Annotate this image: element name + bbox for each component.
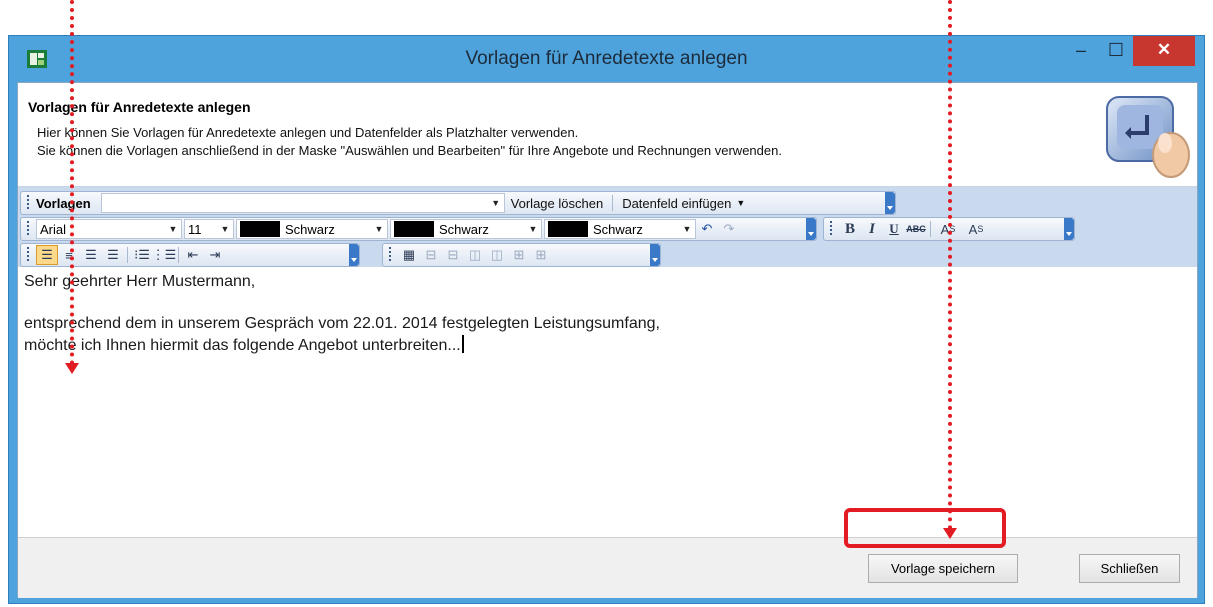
insert-field-button[interactable]: Datenfeld einfügen ▼ [616, 192, 751, 214]
dropdown-arrow-icon[interactable]: ▼ [371, 220, 387, 238]
save-template-button[interactable]: Vorlage speichern [868, 554, 1018, 583]
font-size-value: 11 [188, 221, 202, 237]
editor-line-3: möchte ich Ihnen hiermit das folgende An… [24, 335, 464, 355]
subscript-base: A [968, 221, 978, 237]
title-bar[interactable]: Vorlagen für Anredetexte anlegen – ☐ ✕ [9, 36, 1204, 82]
text-color-select[interactable]: Schwarz ▼ [236, 219, 388, 239]
close-button[interactable]: Schließen [1079, 554, 1180, 583]
toolbar-overflow-button[interactable] [650, 244, 660, 266]
merge-cells-icon[interactable]: ⊞ [508, 245, 530, 265]
header-description-1: Hier können Sie Vorlagen für Anredetexte… [37, 125, 579, 140]
dialog-window: Vorlagen für Anredetexte anlegen – ☐ ✕ V… [8, 35, 1205, 604]
toolbar-grip[interactable] [24, 195, 32, 211]
numbered-list-icon[interactable]: ⋮☰ [152, 245, 177, 265]
toolbar-grip[interactable] [386, 247, 394, 263]
font-value: Arial [40, 221, 67, 237]
editor-line-3-text: möchte ich Ihnen hiermit das folgende An… [24, 337, 461, 354]
underline-icon[interactable]: U [883, 219, 905, 239]
subscript-mark: S [977, 224, 984, 234]
toolbar-overflow-button[interactable] [349, 244, 359, 266]
font-select[interactable]: Arial ▼ [36, 219, 182, 239]
align-right-icon[interactable]: ☰ [80, 245, 102, 265]
italic-icon[interactable]: I [861, 219, 883, 239]
text-caret [461, 335, 464, 353]
decrease-indent-icon[interactable]: ⇤ [182, 245, 204, 265]
format-toolbar: Arial ▼ 11 ▼ Schwarz ▼ Schwarz ▼ Schwarz… [20, 217, 817, 241]
insert-field-label: Datenfeld einfügen [622, 195, 732, 211]
subscript-icon[interactable]: AS [962, 219, 990, 239]
dropdown-arrow-icon[interactable]: ▼ [525, 220, 541, 238]
increase-indent-icon[interactable]: ⇥ [204, 245, 226, 265]
text-color-value: Schwarz [285, 221, 335, 237]
insert-column-right-icon[interactable]: ◫ [486, 245, 508, 265]
toolbar-area: Vorlagen ▼ Vorlage löschen Datenfeld ein… [18, 187, 1197, 267]
insert-row-above-icon[interactable]: ⊟ [420, 245, 442, 265]
annotation-arrow-left [65, 363, 79, 374]
font-size-select[interactable]: 11 ▼ [184, 219, 234, 239]
toolbar-grip[interactable] [24, 247, 32, 263]
window-title: Vorlagen für Anredetexte anlegen [465, 48, 748, 69]
maximize-button[interactable]: ☐ [1094, 36, 1138, 66]
align-center-icon[interactable]: ≡ [58, 245, 80, 265]
text-editor[interactable]: Sehr geehrter Herr Mustermann, entsprech… [18, 267, 1197, 537]
separator [612, 195, 614, 211]
annotation-highlight-box [844, 508, 1006, 548]
annotation-dotted-line-right [948, 0, 952, 530]
header-panel: Vorlagen für Anredetexte anlegen Hier kö… [18, 83, 1197, 187]
color-swatch [548, 221, 588, 237]
insert-column-left-icon[interactable]: ◫ [464, 245, 486, 265]
insert-row-below-icon[interactable]: ⊟ [442, 245, 464, 265]
separator [127, 247, 128, 263]
justify-icon[interactable]: ☰ [102, 245, 124, 265]
toolbar-overflow-button[interactable] [806, 218, 816, 240]
table-toolbar: ▦ ⊟ ⊟ ◫ ◫ ⊞ ⊞ [382, 243, 661, 267]
undo-icon[interactable]: ↶ [696, 219, 718, 239]
dialog-client: Vorlagen für Anredetexte anlegen Hier kö… [17, 82, 1198, 598]
highlight-color-select[interactable]: Schwarz ▼ [390, 219, 542, 239]
chevron-down-icon: ▼ [736, 198, 746, 208]
annotation-dotted-line-left [70, 0, 74, 365]
dropdown-arrow-icon[interactable]: ▼ [165, 220, 181, 238]
dropdown-arrow-icon[interactable]: ▼ [679, 220, 695, 238]
highlight-color-value: Schwarz [439, 221, 489, 237]
redo-icon[interactable]: ↷ [718, 219, 740, 239]
header-title: Vorlagen für Anredetexte anlegen [28, 99, 251, 115]
dropdown-arrow-icon[interactable]: ▼ [488, 194, 504, 212]
insert-table-icon[interactable]: ▦ [398, 245, 420, 265]
keyboard-enter-key-icon [1106, 96, 1190, 178]
color-swatch [240, 221, 280, 237]
strikethrough-icon[interactable]: ABC [905, 219, 927, 239]
toolbar-grip[interactable] [827, 221, 835, 237]
background-color-select[interactable]: Schwarz ▼ [544, 219, 696, 239]
templates-toolbar: Vorlagen ▼ Vorlage löschen Datenfeld ein… [20, 191, 896, 215]
separator [178, 247, 179, 263]
bold-icon[interactable]: B [839, 219, 861, 239]
editor-line-2: entsprechend dem in unserem Gespräch vom… [24, 315, 660, 332]
dropdown-arrow-icon[interactable]: ▼ [217, 220, 233, 238]
templates-label: Vorlagen [36, 195, 91, 211]
background-color-value: Schwarz [593, 221, 643, 237]
toolbar-overflow-button[interactable] [1064, 218, 1074, 240]
template-select[interactable]: ▼ [100, 193, 505, 213]
separator [930, 221, 931, 237]
bullet-list-icon[interactable]: ⁝☰ [131, 245, 153, 265]
header-description-2: Sie können die Vorlagen anschließend in … [37, 143, 782, 158]
close-window-button[interactable]: ✕ [1133, 36, 1195, 66]
align-left-icon[interactable]: ☰ [36, 245, 58, 265]
editor-line-1: Sehr geehrter Herr Mustermann, [24, 273, 256, 290]
toolbar-overflow-button[interactable] [885, 192, 895, 214]
toolbar-grip[interactable] [24, 221, 32, 237]
table-properties-icon[interactable]: ⊞ [530, 245, 552, 265]
delete-template-button[interactable]: Vorlage löschen [505, 192, 610, 214]
color-swatch [394, 221, 434, 237]
dialog-footer: Vorlage speichern Schließen [18, 537, 1197, 598]
